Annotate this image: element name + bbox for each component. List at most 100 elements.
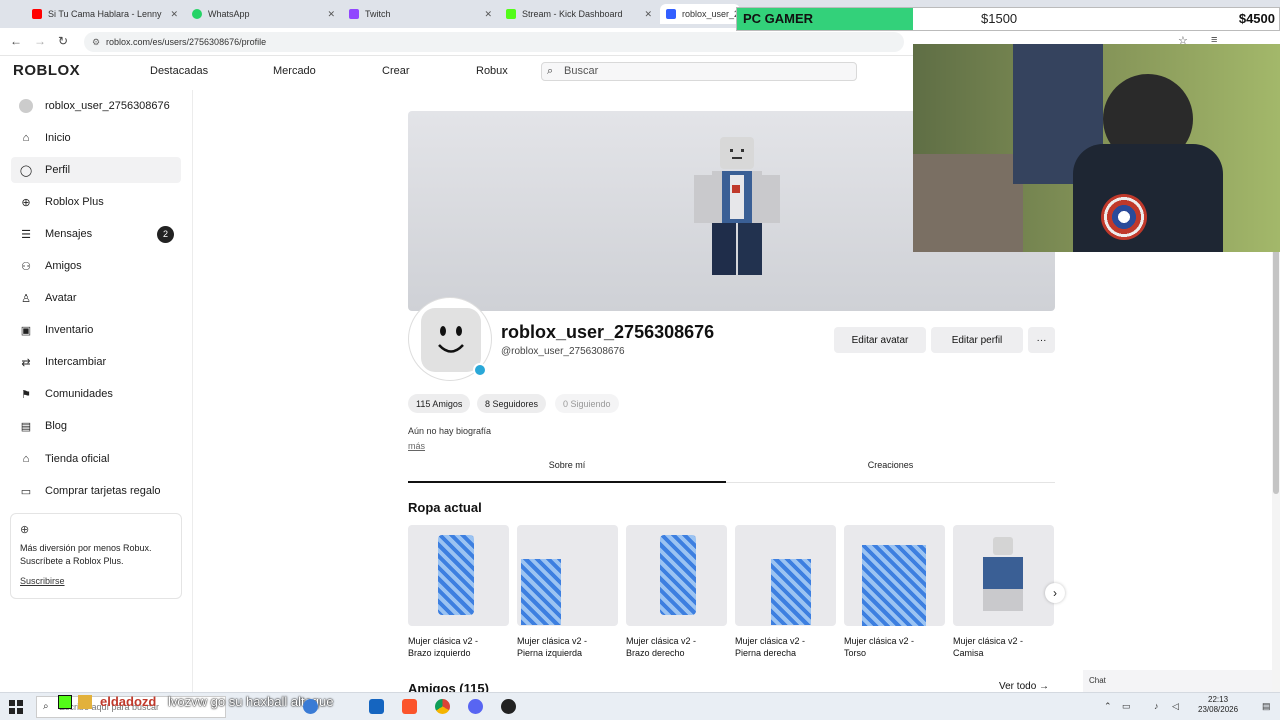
item-thumbnail <box>517 525 618 626</box>
clothing-item[interactable]: Mujer clásica v2 - Brazo izquierdo <box>408 525 509 659</box>
blog-icon: ▤ <box>20 420 32 433</box>
sidebar-item-inicio[interactable]: ⌂ Inicio <box>11 125 181 151</box>
tray-chevron-icon[interactable]: ⌃ <box>1104 701 1112 712</box>
clothing-item[interactable]: Mujer clásica v2 - Brazo derecho <box>626 525 727 659</box>
gift-card-icon: ▭ <box>20 485 32 498</box>
clothing-item[interactable]: Mujer clásica v2 - Camisa <box>953 525 1054 659</box>
roblox-logo[interactable]: ROBLOX <box>13 62 80 79</box>
close-icon[interactable]: ✕ <box>170 9 178 20</box>
communities-icon: ⚑ <box>21 388 31 401</box>
close-icon[interactable]: ✕ <box>644 9 652 20</box>
store-app-icon[interactable] <box>369 699 384 714</box>
back-icon[interactable]: ← <box>10 34 22 48</box>
bio-more-link[interactable]: más <box>408 441 425 451</box>
tab-title: Si Tu Cama Hablara - Lenny <box>48 9 162 19</box>
forward-icon[interactable]: → <box>34 34 46 48</box>
edit-avatar-button[interactable]: Editar avatar <box>834 327 926 353</box>
profile-bio: Aún no hay biografía <box>408 426 492 436</box>
tab-title: Stream - Kick Dashboard <box>522 9 623 19</box>
sidebar-user[interactable]: roblox_user_2756308676 <box>11 93 181 119</box>
browser-tab-youtube[interactable]: Si Tu Cama Hablara - Lenny ✕ <box>26 4 184 24</box>
nav-destacadas[interactable]: Destacadas <box>150 65 208 77</box>
chat-username: eldadozd <box>100 694 157 709</box>
browser-tab-twitch[interactable]: Twitch ✕ <box>343 4 498 24</box>
item-thumbnail <box>408 525 509 626</box>
subscribe-link[interactable]: Suscribirse <box>20 576 172 586</box>
sidebar-item-intercambiar[interactable]: ⇄ Intercambiar <box>11 349 181 375</box>
sidebar-item-label: Tienda oficial <box>45 453 110 465</box>
sidebar-item-comunidades[interactable]: ⚑ Comunidades <box>11 381 181 407</box>
item-thumbnail <box>735 525 836 626</box>
sidebar-item-tarjetas-regalo[interactable]: ▭ Comprar tarjetas regalo <box>11 478 181 504</box>
item-name: Mujer clásica v2 - Pierna derecha <box>735 636 806 658</box>
windows-start-icon[interactable] <box>9 700 23 714</box>
webcam-feed <box>913 44 1280 252</box>
search-icon: ⌕ <box>547 65 554 77</box>
clothing-item[interactable]: Mujer clásica v2 - Pierna derecha <box>735 525 836 659</box>
sidebar-item-roblox-plus[interactable]: ⊕ Roblox Plus <box>11 189 181 215</box>
sidebar-item-perfil[interactable]: ◯ Perfil <box>11 157 181 183</box>
kick-icon <box>506 9 516 19</box>
clock-date: 23/08/2026 <box>1198 705 1239 714</box>
sidebar-item-blog[interactable]: ▤ Blog <box>11 413 181 439</box>
profile-icon: ◯ <box>19 164 33 177</box>
following-count-chip[interactable]: 0 Siguiendo <box>555 394 619 413</box>
chrome-icon[interactable] <box>435 699 450 714</box>
brave-icon[interactable] <box>402 699 417 714</box>
tab-sobre-mi[interactable]: Sobre mí <box>408 460 726 470</box>
item-name: Mujer clásica v2 - Pierna izquierda <box>517 636 588 658</box>
sidebar-item-tienda-oficial[interactable]: ⌂ Tienda oficial <box>11 446 181 472</box>
sidebar-item-amigos[interactable]: ⚇ Amigos <box>11 253 181 279</box>
sidebar-item-avatar[interactable]: ♙ Avatar <box>11 285 181 311</box>
carousel-next-icon[interactable]: › <box>1045 583 1065 603</box>
reload-icon[interactable]: ↻ <box>58 34 68 48</box>
nav-crear[interactable]: Crear <box>382 65 410 77</box>
plus-icon: ⊕ <box>21 196 31 209</box>
taskbar-clock[interactable]: 22:13 23/08/2026 <box>1198 695 1238 715</box>
discord-icon[interactable] <box>468 699 483 714</box>
obs-icon[interactable] <box>501 699 516 714</box>
edit-profile-button[interactable]: Editar perfil <box>931 327 1023 353</box>
sidebar-item-label: Avatar <box>45 292 77 304</box>
address-bar[interactable]: ⚙ roblox.com/es/users/2756308676/profile <box>84 32 904 52</box>
profile-username: roblox_user_2756308676 <box>501 322 715 342</box>
close-icon[interactable]: ✕ <box>484 9 492 20</box>
whatsapp-icon <box>192 9 202 19</box>
browser-tab-whatsapp[interactable]: WhatsApp ✕ <box>186 4 341 24</box>
tray-volume-icon[interactable]: ♪ <box>1154 701 1159 711</box>
more-options-button[interactable]: ··· <box>1028 327 1055 353</box>
sidebar-item-inventario[interactable]: ▣ Inventario <box>11 317 181 343</box>
clothing-item[interactable]: Mujer clásica v2 - Torso <box>844 525 945 659</box>
tab-creaciones[interactable]: Creaciones <box>726 460 1055 470</box>
item-thumbnail <box>953 525 1054 626</box>
see-all-link[interactable]: Ver todo → <box>999 681 1049 692</box>
nav-mercado[interactable]: Mercado <box>273 65 316 77</box>
search-input[interactable]: ⌕ Buscar <box>541 62 857 81</box>
home-icon: ⌂ <box>22 132 30 144</box>
profile-handle: @roblox_user_2756308676 <box>501 346 625 357</box>
promo-text: Más diversión por menos Robux. <box>20 543 152 553</box>
plus-icon: ⊕ <box>20 524 30 536</box>
site-info-icon[interactable]: ⚙ <box>92 32 100 52</box>
user-avatar-icon <box>19 99 33 113</box>
chat-panel[interactable]: Chat <box>1083 670 1272 692</box>
edge-icon[interactable] <box>303 699 318 714</box>
item-name: Mujer clásica v2 - Brazo derecho <box>626 636 697 658</box>
search-placeholder: Buscar <box>564 65 599 77</box>
browser-tab-roblox[interactable]: roblox_user_2 <box>660 4 740 24</box>
notifications-icon[interactable]: ▤ <box>1262 701 1271 712</box>
friends-count-chip[interactable]: 115 Amigos <box>408 394 471 413</box>
tab-title: roblox_user_2 <box>682 9 740 19</box>
twitch-icon <box>349 9 359 19</box>
sidebar-item-mensajes[interactable]: ☰ Mensajes 2 <box>11 221 181 247</box>
close-icon[interactable]: ✕ <box>327 9 335 20</box>
browser-tab-kick[interactable]: Stream - Kick Dashboard ✕ <box>500 4 658 24</box>
goal-current-amount: $1500 <box>981 11 1018 26</box>
tray-network-icon[interactable]: ▭ <box>1122 701 1131 712</box>
followers-count-chip[interactable]: 8 Seguidores <box>477 394 547 413</box>
sidebar-item-label: Comprar tarjetas regalo <box>45 485 161 497</box>
nav-robux[interactable]: Robux <box>476 65 508 77</box>
clothing-item[interactable]: Mujer clásica v2 - Pierna izquierda <box>517 525 618 659</box>
tray-speaker-icon[interactable]: ◁ <box>1172 701 1179 712</box>
sidebar-item-label: Inventario <box>45 324 94 336</box>
